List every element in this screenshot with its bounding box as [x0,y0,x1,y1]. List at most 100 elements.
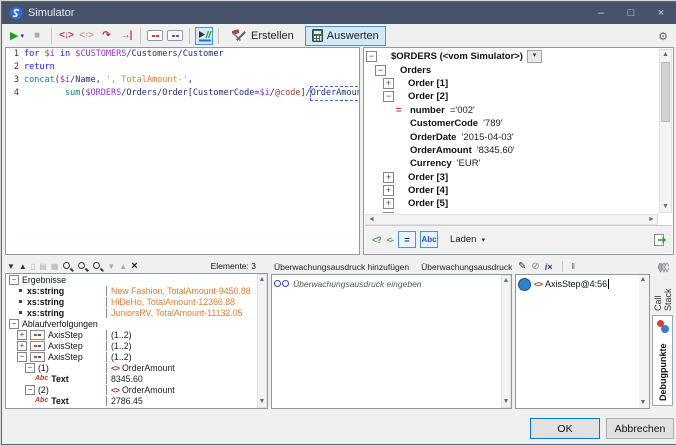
table-view-icon[interactable]: ▦ [51,262,59,271]
code-line[interactable]: 3concat($i/Name, ', TotalAmount-', [6,74,359,87]
context-horizontal-scrollbar[interactable]: ◄ ► [365,214,658,225]
run-button[interactable]: ▶ ▾ [8,27,26,45]
code-editor[interactable]: 1for $i in $CUSTOMERS/Customers/Customer… [5,47,360,255]
previous-result-icon[interactable]: ▲ [19,262,27,271]
context-tree-row[interactable]: +Order [6] [366,211,658,213]
ok-button[interactable]: OK [530,418,600,439]
code-line[interactable]: 2return [6,61,359,74]
code-line[interactable]: 4 sum($ORDERS/Orders/Order[CustomerCode=… [6,87,359,100]
breakpoints-scrollbar[interactable]: ▲ ▼ [639,275,649,408]
maximize-button[interactable]: □ [616,2,646,24]
watch-entry-row[interactable]: Überwachungsausdruck eingeben [272,275,511,290]
tracepoint-blue-button[interactable] [166,27,184,45]
run-to-cursor-button[interactable]: →| [117,27,135,45]
expander-icon[interactable]: + [383,212,394,213]
disable-breakpoint-icon[interactable]: ⊘ [531,261,539,272]
close-button[interactable]: × [646,2,676,24]
results-tree-row[interactable]: −Ablaufverfolgungen [6,318,267,329]
context-tree-row[interactable]: +Order [3] [366,171,658,184]
results-tree-row[interactable]: −(2)<>OrderAmount [6,384,267,395]
expander-icon[interactable]: + [383,78,394,89]
search-next-icon[interactable] [77,261,88,272]
expander-icon[interactable]: − [9,319,19,329]
scroll-down-icon[interactable]: ▼ [258,397,266,407]
scroll-down-icon[interactable]: ▼ [502,397,510,407]
run-dropdown-caret[interactable]: ▾ [20,32,24,40]
settings-icon[interactable]: ⚙ [658,30,668,43]
scroll-left-icon[interactable]: ◄ [366,215,377,225]
attributes-toggle-button[interactable]: = [398,231,416,248]
move-up-icon[interactable]: ▲ [119,262,127,271]
breakpoint-dot-icon[interactable] [518,278,531,291]
expander-icon[interactable]: + [17,330,27,340]
context-tree-row[interactable]: +Order [5] [366,197,658,210]
results-tree-row[interactable]: −AxisStep(1..2) [6,351,267,362]
context-tree-row[interactable]: OrderAmount'8345.60' [366,144,658,157]
erstellen-button[interactable]: Erstellen [225,26,301,46]
expander-icon[interactable]: − [17,352,27,362]
results-tree-row[interactable]: xs:stringHiDeHo, TotalAmount-12366.88 [6,296,267,307]
laden-dropdown-button[interactable]: Laden ▾ [450,234,485,245]
comment-toggle[interactable]: <- [387,235,393,245]
context-tree-row[interactable]: =number='002' [366,104,658,117]
step-out-button[interactable]: <↑> [77,27,95,45]
context-tree-row[interactable]: Currency'EUR' [366,157,658,170]
expander-icon[interactable]: + [383,185,394,196]
code-line[interactable]: 1for $i in $CUSTOMERS/Customers/Customer [6,48,359,61]
tab-debugpunkte[interactable]: Debugpunkte [652,315,673,406]
context-tree-row[interactable]: +Order [1] [366,77,658,90]
results-tree-row[interactable]: −Ergebnisse [6,274,267,285]
expander-icon[interactable]: − [9,275,19,285]
watch-list[interactable]: Überwachungsausdruck eingeben ▲ ▼ [271,274,512,409]
results-tree-row[interactable]: xs:stringNew Fashion, TotalAmount-9450.8… [6,285,267,296]
scroll-up-icon[interactable]: ▲ [639,275,647,285]
auswerten-button[interactable]: Auswerten [305,26,386,46]
scroll-down-icon[interactable]: ▼ [660,202,671,212]
results-tree-row[interactable]: +AxisStep(1..2) [6,329,267,340]
expander-icon[interactable]: + [383,198,394,209]
move-down-icon[interactable]: ▼ [107,262,115,271]
text-toggle-button[interactable]: Abc [420,231,438,248]
delete-breakpoint-icon[interactable]: i× [545,262,553,272]
pause-icon[interactable]: ‖ [572,262,575,271]
tab-call-stack[interactable]: Call Stack [652,259,673,315]
scroll-thumb[interactable] [661,62,670,122]
search-previous-icon[interactable] [92,261,103,272]
context-tree-row[interactable]: +Order [4] [366,184,658,197]
results-scrollbar[interactable]: ▲ ▼ [257,274,267,408]
edit-breakpoint-icon[interactable]: ✎ [518,261,526,272]
cancel-button[interactable]: Abbrechen [606,418,674,439]
results-tree-row[interactable]: +AxisStep(1..2) [6,340,267,351]
scroll-up-icon[interactable]: ▲ [502,276,510,286]
context-tree-row[interactable]: −Order [2] [366,90,658,103]
step-over-button[interactable]: ↷ [97,27,115,45]
context-tree-row[interactable]: −Orders [366,63,658,76]
results-tree-row[interactable]: AbcText2786.45 [6,395,267,406]
next-result-icon[interactable]: ▼ [7,262,15,271]
context-tree-row[interactable]: CustomerCode'789' [366,117,658,130]
breakpoints-list[interactable]: <> AxisStep@4:56 ▲ ▼ [515,274,650,409]
context-source-dropdown[interactable]: ▾ [527,50,542,63]
expander-icon[interactable]: − [366,51,377,62]
clear-results-icon[interactable]: × [131,260,137,272]
remove-watch-button[interactable]: Überwachungsausdruck entfernen [421,262,512,272]
context-vertical-scrollbar[interactable]: ▲ ▼ [659,49,672,213]
expander-icon[interactable]: − [375,65,386,76]
tracepoint-red-button[interactable] [146,27,164,45]
copy-icon[interactable]: ▤ [39,262,47,271]
context-root-row[interactable]: − $ORDERS (<vom Simulator>) ▾ [366,50,658,63]
new-document-icon[interactable]: ▯ [31,262,35,271]
scroll-right-icon[interactable]: ► [646,215,657,225]
results-tree[interactable]: −Ergebnissexs:stringNew Fashion, TotalAm… [5,273,268,409]
processing-instruction-toggle[interactable]: <? [372,235,381,245]
breakpoint-row[interactable]: <> AxisStep@4:56 [516,275,649,291]
titlebar[interactable]: Simulator – □ × [2,2,676,24]
scroll-up-icon[interactable]: ▲ [258,275,266,285]
search-icon[interactable] [62,261,73,272]
import-icon[interactable] [653,233,668,247]
expander-icon[interactable]: − [25,385,35,395]
results-tree-row[interactable]: AbcText8345.60 [6,373,267,384]
minimize-button[interactable]: – [586,2,616,24]
context-tree[interactable]: − $ORDERS (<vom Simulator>) ▾ −Orders+Or… [366,50,658,213]
watch-scrollbar[interactable]: ▲ ▼ [501,275,511,408]
